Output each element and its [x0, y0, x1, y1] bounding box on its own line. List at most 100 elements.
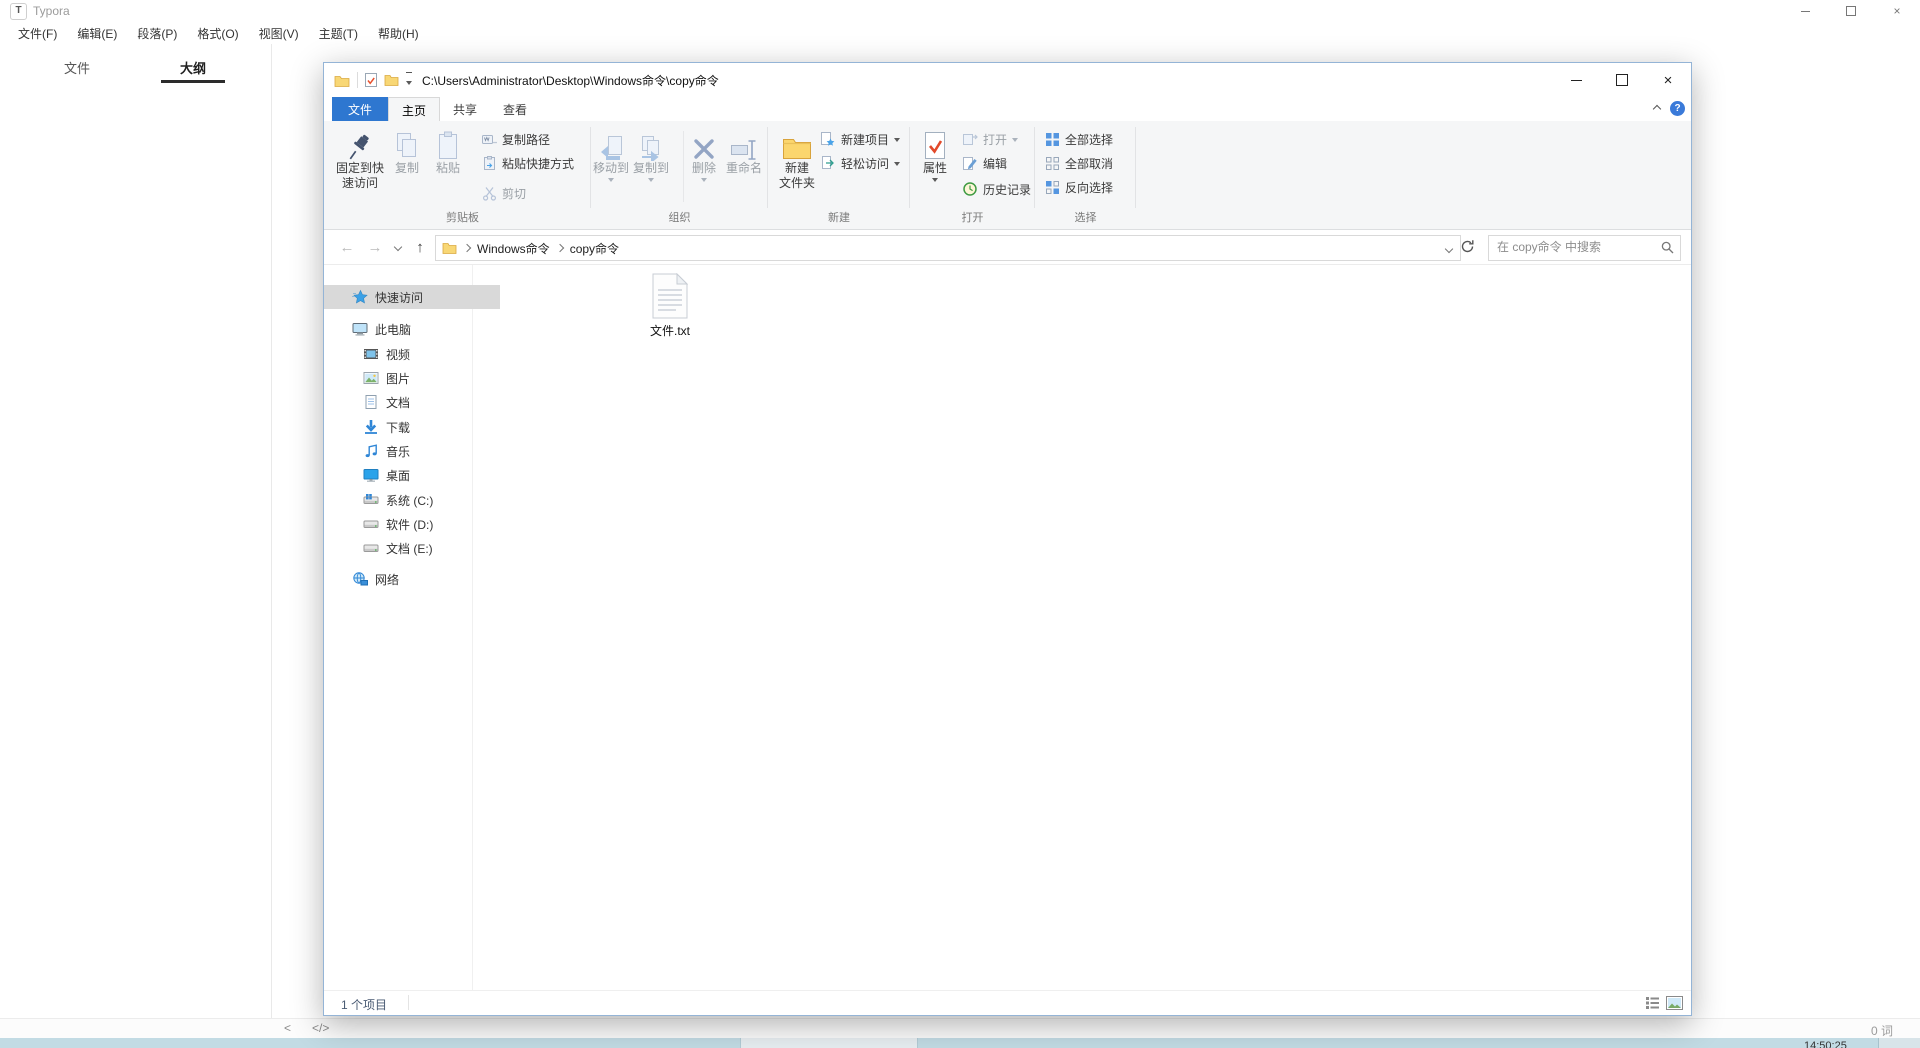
select-none-icon — [1045, 156, 1060, 171]
downloads-icon — [363, 419, 379, 435]
help-button[interactable]: ? — [1670, 101, 1685, 116]
new-folder-button[interactable]: 新建 文件夹 — [770, 124, 824, 191]
refresh-button[interactable] — [1460, 239, 1475, 257]
typora-maximize-button[interactable] — [1828, 0, 1874, 22]
edit-icon — [962, 156, 978, 171]
group-label-select: 选择 — [1035, 209, 1136, 225]
qat-properties-icon[interactable] — [365, 73, 377, 87]
chevron-down-icon — [1445, 245, 1453, 253]
paste-icon — [436, 127, 460, 161]
typora-minimize-button[interactable] — [1782, 0, 1828, 22]
typora-menu-view[interactable]: 视图(V) — [249, 22, 309, 44]
taskbar-right-segment — [1878, 1038, 1920, 1048]
videos-icon — [363, 346, 379, 362]
move-to-icon — [598, 127, 624, 161]
maximize-icon — [1846, 6, 1856, 16]
typora-menu-themes[interactable]: 主题(T) — [309, 22, 368, 44]
easy-access-caret — [894, 162, 900, 166]
navigation-pane: 快速访问 此电脑 视频 图片 文档 下载 — [324, 265, 473, 991]
properties-button[interactable]: 属性 — [912, 124, 958, 182]
history-icon — [962, 181, 978, 197]
typora-active-tab-underline — [161, 80, 225, 83]
taskbar-strip: 14:50:25 — [0, 1038, 1920, 1048]
typora-menu-edit[interactable]: 编辑(E) — [67, 22, 127, 44]
tab-home[interactable]: 主页 — [388, 97, 440, 122]
rename-icon — [730, 127, 758, 161]
copy-button[interactable]: 复制 — [386, 124, 428, 176]
typora-menu-help[interactable]: 帮助(H) — [368, 22, 429, 44]
back-button[interactable]: ← — [336, 235, 358, 259]
large-icons-view-button[interactable] — [1666, 996, 1683, 1013]
group-separator — [1135, 127, 1136, 208]
address-bar[interactable]: Windows命令 copy命令 — [435, 235, 1461, 261]
pin-to-quick-access-button[interactable]: 固定到快 速访问 — [334, 124, 386, 191]
open-button[interactable]: 打开 — [962, 129, 1018, 149]
select-none-button[interactable]: 全部取消 — [1045, 153, 1113, 173]
group-label-organize: 组织 — [591, 209, 768, 225]
ribbon-collapse-icon[interactable] — [1653, 104, 1661, 112]
typora-tab-outline[interactable]: 大纲 — [161, 58, 225, 77]
ribbon-group-organize: 移动到 复制到 删除 重命 — [591, 121, 768, 228]
qat-new-folder-icon[interactable] — [384, 74, 399, 86]
recent-locations-button[interactable] — [390, 235, 406, 259]
typora-logo-icon: T — [10, 3, 27, 20]
tab-share[interactable]: 共享 — [440, 97, 490, 121]
history-button[interactable]: 历史记录 — [962, 179, 1031, 199]
explorer-minimize-button[interactable] — [1553, 63, 1599, 97]
details-view-button[interactable] — [1645, 995, 1660, 1013]
invert-selection-button[interactable]: 反向选择 — [1045, 177, 1113, 197]
typora-statusbar: < </> 0 词 — [0, 1018, 1920, 1039]
group-label-clipboard: 剪贴板 — [334, 209, 591, 225]
refresh-icon — [1460, 239, 1475, 254]
sidebar-toggle-icon[interactable]: < — [284, 1021, 291, 1035]
easy-access-button[interactable]: 轻松访问 — [820, 153, 900, 173]
tab-view[interactable]: 查看 — [490, 97, 540, 121]
ribbon-group-clipboard: 固定到快 速访问 复制 粘贴 复制路径 粘贴快捷方式 — [334, 121, 591, 228]
documents-icon — [363, 394, 379, 410]
qat-customize-caret[interactable] — [406, 72, 412, 88]
paste-shortcut-button[interactable]: 粘贴快捷方式 — [482, 153, 574, 173]
typora-close-button[interactable]: × — [1874, 0, 1920, 22]
select-all-button[interactable]: 全部选择 — [1045, 129, 1113, 149]
paste-button[interactable]: 粘贴 — [428, 124, 468, 176]
typora-menu-paragraph[interactable]: 段落(P) — [127, 22, 187, 44]
desktop-icon — [363, 467, 379, 483]
up-button[interactable]: ↑ — [410, 235, 430, 259]
tab-file[interactable]: 文件 — [332, 97, 388, 121]
explorer-maximize-button[interactable] — [1599, 63, 1645, 97]
source-code-mode-icon[interactable]: </> — [312, 1021, 329, 1035]
inner-separator — [683, 131, 684, 202]
search-box — [1488, 235, 1681, 261]
typora-menu-file[interactable]: 文件(F) — [8, 22, 67, 44]
move-to-button[interactable]: 移动到 — [591, 124, 631, 182]
new-item-caret — [894, 138, 900, 142]
file-item[interactable]: 文件.txt — [632, 273, 708, 339]
easy-access-icon — [820, 155, 836, 171]
breadcrumb-parent[interactable]: Windows命令 — [477, 240, 550, 257]
delete-button[interactable]: 删除 — [687, 124, 721, 182]
copy-icon — [394, 127, 420, 161]
paste-shortcut-icon — [482, 156, 497, 171]
pictures-icon — [363, 370, 379, 386]
forward-button[interactable]: → — [364, 235, 386, 259]
typora-menu-format[interactable]: 格式(O) — [187, 22, 248, 44]
breadcrumb-current[interactable]: copy命令 — [570, 240, 619, 257]
properties-icon — [922, 127, 948, 161]
typora-window-title: Typora — [33, 4, 70, 18]
copy-path-icon — [482, 133, 497, 146]
crumb-chevron-icon[interactable] — [463, 244, 471, 252]
edit-button[interactable]: 编辑 — [962, 153, 1007, 173]
new-item-button[interactable]: 新建项目 — [820, 129, 900, 149]
typora-tab-files[interactable]: 文件 — [45, 58, 109, 77]
search-input[interactable] — [1489, 236, 1665, 258]
cut-button[interactable]: 剪切 — [482, 183, 526, 203]
file-list-area[interactable]: 文件.txt — [472, 265, 1691, 991]
rename-button[interactable]: 重命名 — [721, 124, 767, 176]
crumb-chevron-icon[interactable] — [555, 244, 563, 252]
window-folder-icon — [334, 74, 350, 87]
copy-path-button[interactable]: 复制路径 — [482, 129, 550, 149]
search-icon[interactable] — [1661, 241, 1674, 257]
copy-to-button[interactable]: 复制到 — [631, 124, 671, 182]
address-dropdown-button[interactable] — [1446, 241, 1452, 255]
explorer-close-button[interactable]: × — [1645, 63, 1691, 97]
